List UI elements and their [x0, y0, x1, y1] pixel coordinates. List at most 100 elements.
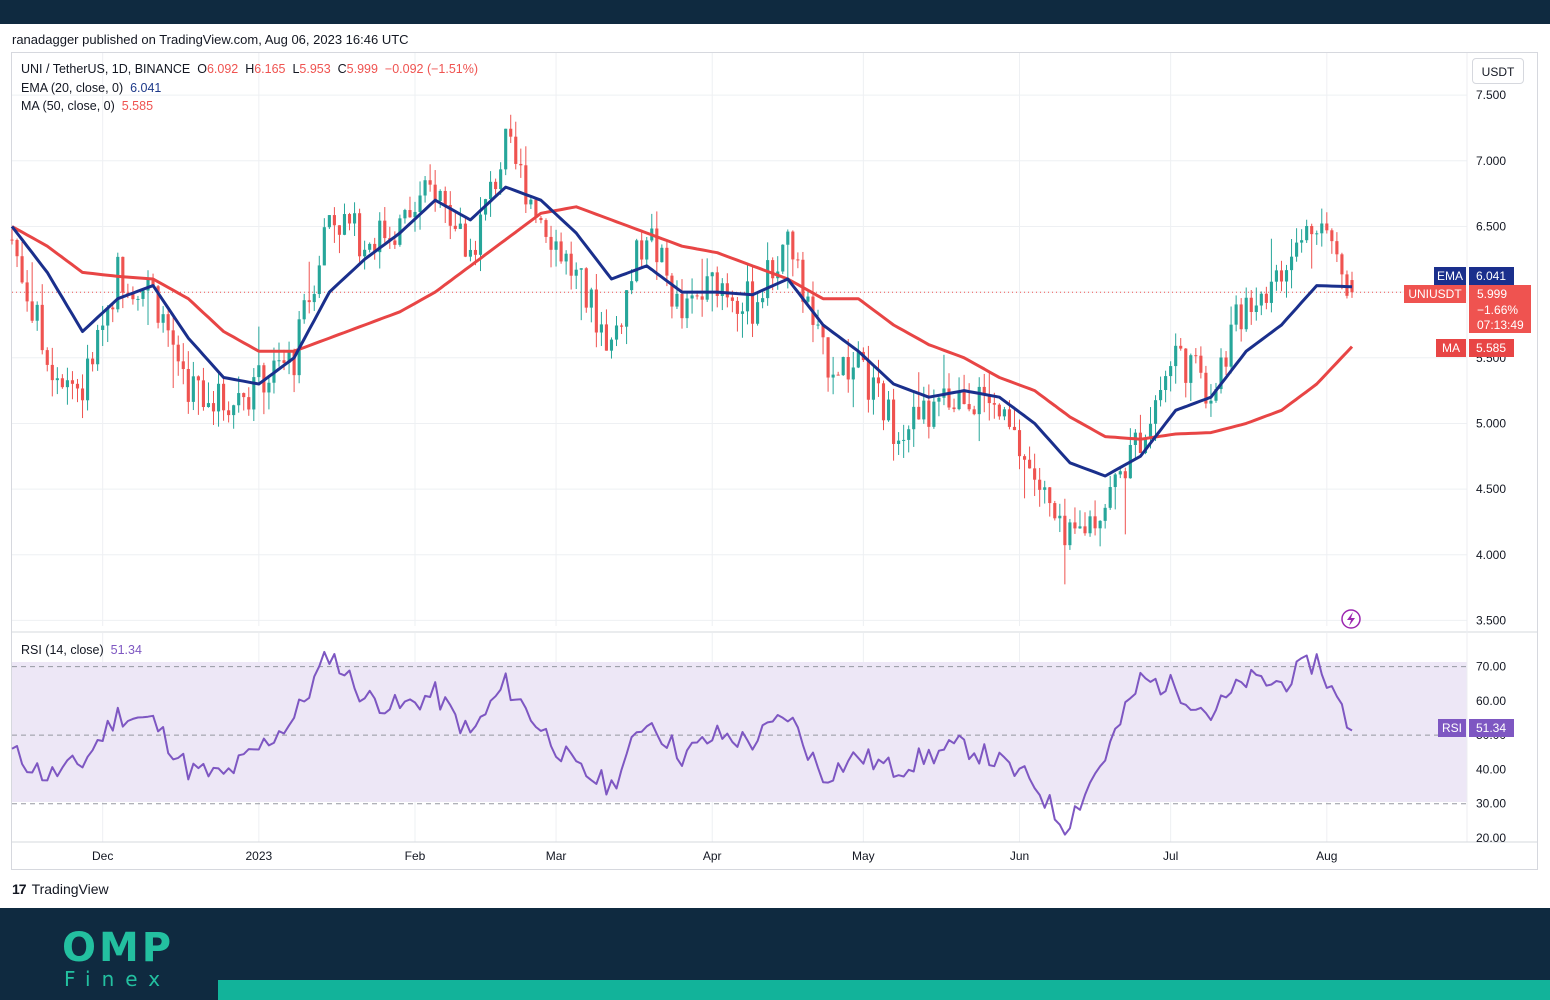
tradingview-label: TradingView	[31, 881, 109, 897]
candle-body	[1179, 345, 1183, 349]
logo-text-big: OMP	[62, 925, 175, 971]
candle-body	[927, 400, 931, 427]
candle-body	[640, 240, 644, 260]
candle-body	[347, 214, 352, 224]
candle-body	[468, 249, 472, 257]
rsi-tag-label: RSI	[1442, 721, 1462, 735]
candle-body	[473, 249, 478, 255]
candle-body	[1300, 240, 1304, 243]
candle-body	[962, 390, 966, 405]
candle-body	[730, 297, 734, 301]
candle-body	[645, 240, 649, 260]
candle-body	[499, 169, 503, 190]
time-tick-label: Mar	[546, 849, 567, 863]
candle-body	[997, 404, 1001, 417]
candle-body	[1320, 223, 1324, 234]
candle-body	[1088, 516, 1092, 534]
candle-body	[91, 358, 95, 365]
time-tick-label: 2023	[245, 849, 272, 863]
ema-legend: EMA (20, close, 0) 6.041	[21, 81, 161, 95]
candle-body	[1017, 430, 1022, 457]
candle-body	[841, 357, 845, 376]
close-value: 5.999	[346, 62, 378, 76]
ma-legend: MA (50, close, 0) 5.585	[21, 99, 153, 113]
candle-body	[791, 231, 795, 260]
candle-body	[594, 289, 598, 333]
candle-body	[317, 265, 321, 295]
candle-body	[65, 380, 69, 388]
candle-body	[428, 180, 432, 185]
candle-body	[1274, 270, 1278, 282]
candle-body	[1269, 281, 1273, 303]
chart-canvas[interactable]: 7.5007.0006.5006.0005.5005.0004.5004.000…	[0, 0, 1550, 900]
candle-body	[680, 293, 684, 319]
candle-body	[886, 399, 891, 421]
candles	[10, 114, 1354, 585]
last-price: 5.999	[1477, 287, 1507, 301]
logo-text-small: Finex	[64, 967, 172, 991]
candle-body	[70, 380, 75, 384]
candle-body	[111, 307, 115, 310]
candle-body	[977, 386, 981, 415]
candle-body	[40, 304, 44, 351]
candle-body	[1053, 503, 1057, 519]
candle-body	[756, 302, 760, 324]
candle-body	[932, 401, 936, 427]
candle-body	[806, 296, 810, 302]
candle-body	[1244, 297, 1248, 330]
lightning-icon[interactable]	[1341, 609, 1361, 629]
candle-body	[161, 314, 165, 323]
ma-price-tag: MA 5.585	[1436, 339, 1514, 357]
time-axis: Dec 2023 Feb Mar Apr May Jun Jul Aug	[92, 849, 1337, 863]
candle-body	[363, 249, 367, 257]
candle-body	[1325, 223, 1329, 231]
candle-body	[438, 190, 442, 201]
candle-body	[740, 311, 745, 314]
candle-body	[700, 296, 704, 300]
candle-body	[1093, 516, 1097, 529]
currency-button[interactable]: USDT	[1472, 58, 1524, 84]
ma-tag-value: 5.585	[1476, 341, 1506, 355]
candle-body	[50, 364, 54, 381]
rsi-legend-label: RSI (14, close)	[21, 643, 104, 657]
candle-body	[599, 324, 603, 333]
price-change: −0.092 (−1.51%)	[384, 62, 479, 76]
candle-body	[846, 357, 850, 380]
candle-body	[96, 329, 100, 365]
candle-body	[383, 220, 387, 239]
candle-body	[897, 440, 901, 444]
rsi-tick-label: 60.00	[1476, 694, 1506, 708]
candle-body	[1028, 459, 1032, 469]
candle-body	[322, 227, 326, 266]
candle-body	[1012, 426, 1017, 431]
candle-body	[670, 275, 674, 307]
high-label: H	[245, 62, 255, 76]
candle-body	[403, 210, 407, 219]
candle-body	[15, 239, 19, 257]
candle-body	[277, 360, 281, 362]
candle-body	[242, 393, 246, 398]
tradingview-brand[interactable]: 17 TradingView	[12, 881, 109, 897]
candle-body	[761, 298, 765, 303]
candle-body	[771, 260, 775, 279]
candle-body	[705, 276, 709, 300]
symbol-legend: UNI / TetherUS, 1D, BINANCE O6.092 H6.16…	[21, 62, 478, 76]
candle-body	[1169, 366, 1173, 377]
candle-body	[327, 215, 331, 228]
rsi-tick-label: 70.00	[1476, 660, 1506, 674]
candle-body	[549, 236, 553, 250]
candle-body	[1239, 304, 1243, 330]
candle-body	[176, 344, 180, 362]
candle-body	[342, 214, 347, 235]
candle-body	[509, 128, 513, 137]
candle-body	[1113, 474, 1117, 488]
ema-legend-label: EMA (20, close, 0)	[21, 81, 124, 95]
candle-body	[529, 199, 533, 205]
bar-countdown: 07:13:49	[1477, 318, 1524, 332]
candle-body	[1224, 357, 1228, 367]
candle-body	[912, 406, 916, 430]
candle-body	[937, 397, 941, 402]
candle-body	[352, 213, 357, 224]
candle-body	[10, 239, 14, 241]
time-tick-label: Dec	[92, 849, 113, 863]
